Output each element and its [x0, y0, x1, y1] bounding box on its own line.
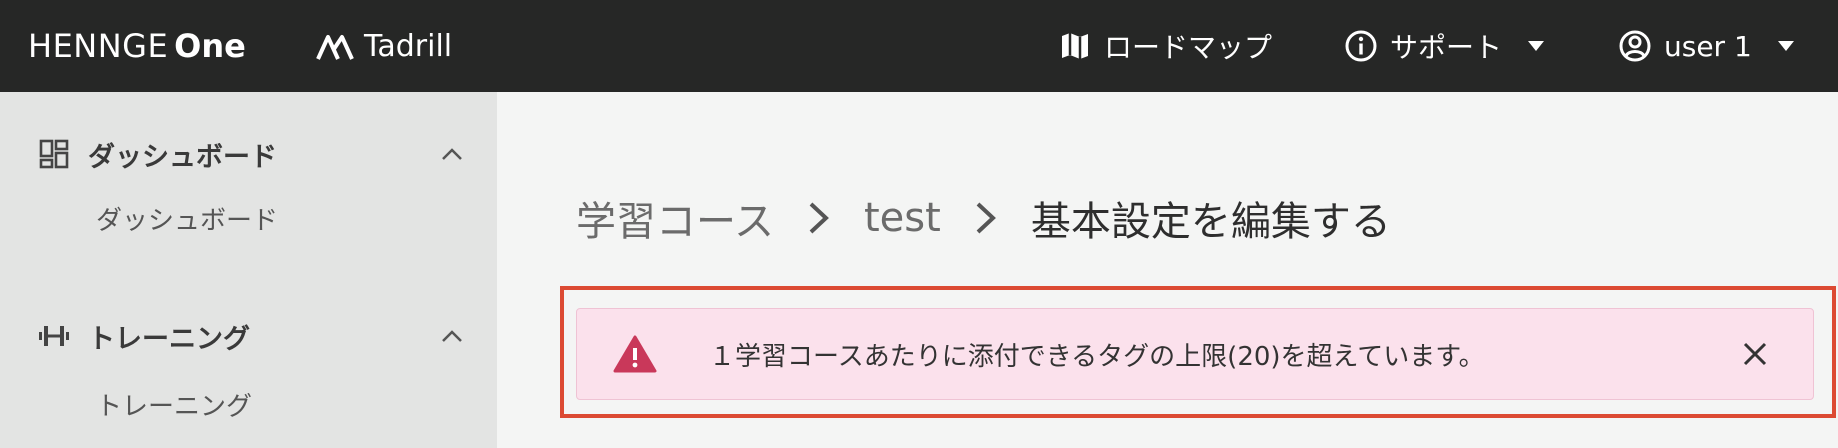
- breadcrumb: 学習コース test 基本設定を編集する: [576, 190, 1391, 246]
- product-name: Tadrill: [364, 28, 453, 64]
- close-icon[interactable]: [1741, 340, 1769, 368]
- info-icon: [1345, 30, 1377, 62]
- dumbbell-icon: [39, 326, 69, 346]
- chevron-up-icon: [442, 330, 462, 342]
- product-logo[interactable]: Tadrill: [316, 0, 452, 92]
- breadcrumb-item-course[interactable]: 学習コース: [576, 189, 774, 247]
- chevron-right-icon: [976, 202, 996, 234]
- alert-message: １学習コースあたりに添付できるタグの上限(20)を超えています。: [709, 341, 1485, 372]
- brand-suffix: One: [174, 27, 246, 65]
- sidebar: ダッシュボード ダッシュボード トレーニング トレーニング: [0, 92, 497, 448]
- chevron-up-icon: [442, 148, 462, 160]
- tadrill-logo-icon: [316, 35, 354, 60]
- support-menu[interactable]: サポート: [1344, 0, 1545, 92]
- map-icon: [1062, 33, 1088, 59]
- caret-down-icon: [1528, 41, 1545, 51]
- dashboard-icon: [39, 139, 69, 169]
- henngeone-logo[interactable]: HENNGE One: [28, 0, 246, 92]
- page-title: 基本設定を編集する: [1030, 199, 1391, 245]
- sidebar-group-label: トレーニング: [88, 323, 250, 355]
- roadmap-link[interactable]: ロードマップ: [1058, 0, 1272, 92]
- support-label: サポート: [1390, 31, 1503, 64]
- user-menu[interactable]: user 1: [1618, 0, 1794, 92]
- breadcrumb-item-test[interactable]: test: [864, 195, 941, 241]
- user-avatar-icon: [1619, 30, 1651, 62]
- chevron-right-icon: [809, 202, 829, 234]
- caret-down-icon: [1777, 41, 1794, 51]
- sidebar-group-dashboard[interactable]: ダッシュボード: [38, 134, 463, 174]
- warning-icon: [613, 335, 657, 373]
- sidebar-group-training[interactable]: トレーニング: [38, 316, 463, 356]
- brand-main: HENNGE: [28, 27, 169, 65]
- sidebar-item-training[interactable]: トレーニング: [96, 386, 252, 423]
- sidebar-item-dashboard[interactable]: ダッシュボード: [96, 200, 278, 237]
- user-label: user 1: [1664, 29, 1752, 63]
- sidebar-group-label: ダッシュボード: [88, 141, 277, 173]
- error-alert: １学習コースあたりに添付できるタグの上限(20)を超えています。: [576, 308, 1814, 400]
- roadmap-label: ロードマップ: [1104, 31, 1273, 64]
- top-bar: HENNGE One Tadrill ロードマップ サポート user 1: [0, 0, 1838, 92]
